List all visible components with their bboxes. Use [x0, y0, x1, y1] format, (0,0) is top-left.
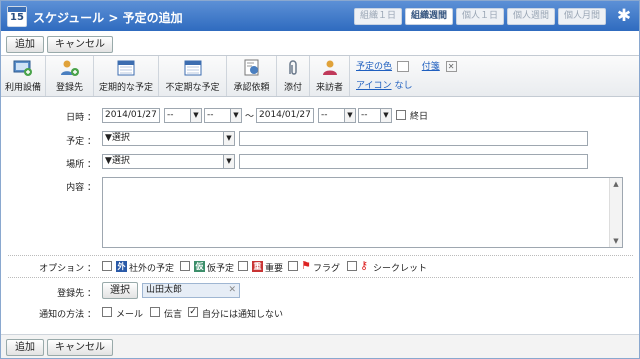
plan-select[interactable]: ▼選択 ▼: [102, 131, 235, 146]
plan-label: 予定 ：: [66, 137, 96, 147]
option-important-label: 重要: [265, 264, 284, 274]
end-date-input[interactable]: 2014/01/27: [256, 108, 314, 123]
tool-registrant[interactable]: 登録先: [46, 56, 94, 96]
place-text-input[interactable]: [239, 154, 588, 169]
tool-attach[interactable]: 添付: [277, 56, 310, 96]
tool-irregular[interactable]: 不定期な予定: [159, 56, 227, 96]
option-tentative-label: 仮予定: [207, 264, 235, 274]
notify-mail-label: メール: [116, 310, 144, 320]
view-personal-week-button[interactable]: 個人週間: [507, 8, 555, 25]
view-personal-month-button[interactable]: 個人月間: [558, 8, 606, 25]
options-label: オプション ：: [39, 264, 96, 274]
toolbar: 利用設備 登録先 定期的な予定 不定期な予定 承認依頼 添付 来訪者 予定の色 …: [1, 55, 639, 97]
registrant-chip: 山田太郎 ✕: [142, 283, 240, 298]
tool-approval[interactable]: 承認依頼: [227, 56, 277, 96]
tool-irregular-label: 不定期な予定: [165, 83, 220, 93]
registrant-name: 山田太郎: [146, 285, 183, 295]
calendar-repeat-icon: [117, 60, 135, 76]
color-swatch[interactable]: [396, 61, 409, 72]
allday-label: 終日: [410, 112, 429, 122]
tag-link[interactable]: 付箋: [422, 62, 440, 72]
notify-mail-checkbox[interactable]: [102, 307, 112, 317]
calendar-icon: 15: [7, 6, 27, 27]
tool-visitor[interactable]: 来訪者: [310, 56, 350, 96]
place-label: 場所 ：: [66, 160, 96, 170]
place-select[interactable]: ▼選択 ▼: [102, 154, 235, 169]
header-bar: 15 スケジュール > 予定の追加 組織１日 組織週間 個人１日 個人週間 個人…: [1, 1, 639, 31]
end-hour-select[interactable]: -- ▼: [318, 108, 356, 123]
plan-text-input[interactable]: [239, 131, 588, 146]
add-button-top[interactable]: 追加: [6, 36, 44, 53]
start-hour-select[interactable]: -- ▼: [164, 108, 202, 123]
select-registrant-button[interactable]: 選択: [102, 282, 138, 299]
view-org-day-button[interactable]: 組織１日: [354, 8, 402, 25]
facility-icon: [13, 60, 32, 76]
notify-self-label: 自分には通知しない: [202, 310, 284, 320]
tool-recurring-label: 定期的な予定: [98, 83, 153, 93]
tool-approval-label: 承認依頼: [233, 83, 270, 93]
option-tentative-checkbox[interactable]: [180, 261, 190, 271]
option-flag-label: フラグ: [313, 264, 341, 274]
external-icon: 外: [116, 261, 127, 272]
content-label: 内容 ：: [66, 183, 96, 193]
registrant-label: 登録先 ：: [57, 289, 96, 299]
important-icon: 重: [252, 261, 263, 272]
cancel-button-bottom[interactable]: キャンセル: [47, 339, 113, 356]
approval-icon: [244, 59, 258, 76]
end-minute-select[interactable]: -- ▼: [358, 108, 392, 123]
key-icon: ⚷: [360, 259, 369, 272]
tool-facility-label: 利用設備: [4, 83, 41, 93]
gear-icon[interactable]: ✱: [613, 6, 635, 26]
icon-value: なし: [394, 81, 413, 91]
option-external-checkbox[interactable]: [102, 261, 112, 271]
notify-message-label: 伝言: [164, 310, 183, 320]
paperclip-icon: [289, 60, 297, 75]
content-scrollbar[interactable]: ▲ ▼: [609, 178, 622, 247]
remove-registrant-icon[interactable]: ✕: [228, 284, 236, 297]
range-tilde: 〜: [245, 112, 255, 122]
tool-registrant-label: 登録先: [55, 83, 83, 93]
allday-checkbox[interactable]: [396, 110, 406, 120]
content-textarea[interactable]: ▲ ▼: [102, 177, 623, 248]
users-add-icon: [60, 60, 79, 76]
start-minute-select[interactable]: -- ▼: [204, 108, 242, 123]
scroll-down-icon[interactable]: ▼: [610, 237, 622, 245]
start-date-input[interactable]: 2014/01/27: [102, 108, 160, 123]
calendar-irregular-icon: [184, 60, 201, 76]
option-secret-checkbox[interactable]: [347, 261, 357, 271]
datetime-label: 日時 ：: [66, 113, 96, 123]
tool-visitor-label: 来訪者: [315, 83, 343, 93]
add-button-bottom[interactable]: 追加: [6, 339, 44, 356]
tool-facility[interactable]: 利用設備: [1, 56, 46, 96]
view-org-week-button[interactable]: 組織週間: [405, 8, 453, 25]
notify-message-checkbox[interactable]: [150, 307, 160, 317]
view-personal-day-button[interactable]: 個人１日: [456, 8, 504, 25]
notify-label: 通知の方法 ：: [39, 310, 96, 320]
calendar-day: 15: [10, 12, 24, 23]
divider-2: [8, 277, 633, 278]
clear-tag-icon[interactable]: ✕: [445, 61, 457, 72]
cancel-button-top[interactable]: キャンセル: [47, 36, 113, 53]
option-important-checkbox[interactable]: [238, 261, 248, 271]
visitor-icon: [322, 60, 337, 75]
scroll-up-icon[interactable]: ▲: [610, 180, 622, 188]
tool-recurring[interactable]: 定期的な予定: [94, 56, 159, 96]
tentative-icon: 仮: [194, 261, 205, 272]
option-secret-label: シークレット: [373, 264, 428, 274]
flag-icon: ⚑: [301, 259, 311, 272]
color-link[interactable]: 予定の色: [356, 62, 392, 72]
toolbar-extras: 予定の色 付箋 ✕ アイコン なし: [356, 59, 457, 91]
option-flag-checkbox[interactable]: [288, 261, 298, 271]
divider-1: [8, 255, 633, 256]
option-external-label: 社外の予定: [129, 264, 175, 274]
page-title: スケジュール > 予定の追加: [33, 11, 183, 25]
notify-self-checkbox[interactable]: ✓: [188, 307, 198, 317]
icon-link[interactable]: アイコン: [356, 81, 392, 91]
tool-attach-label: 添付: [283, 83, 302, 93]
